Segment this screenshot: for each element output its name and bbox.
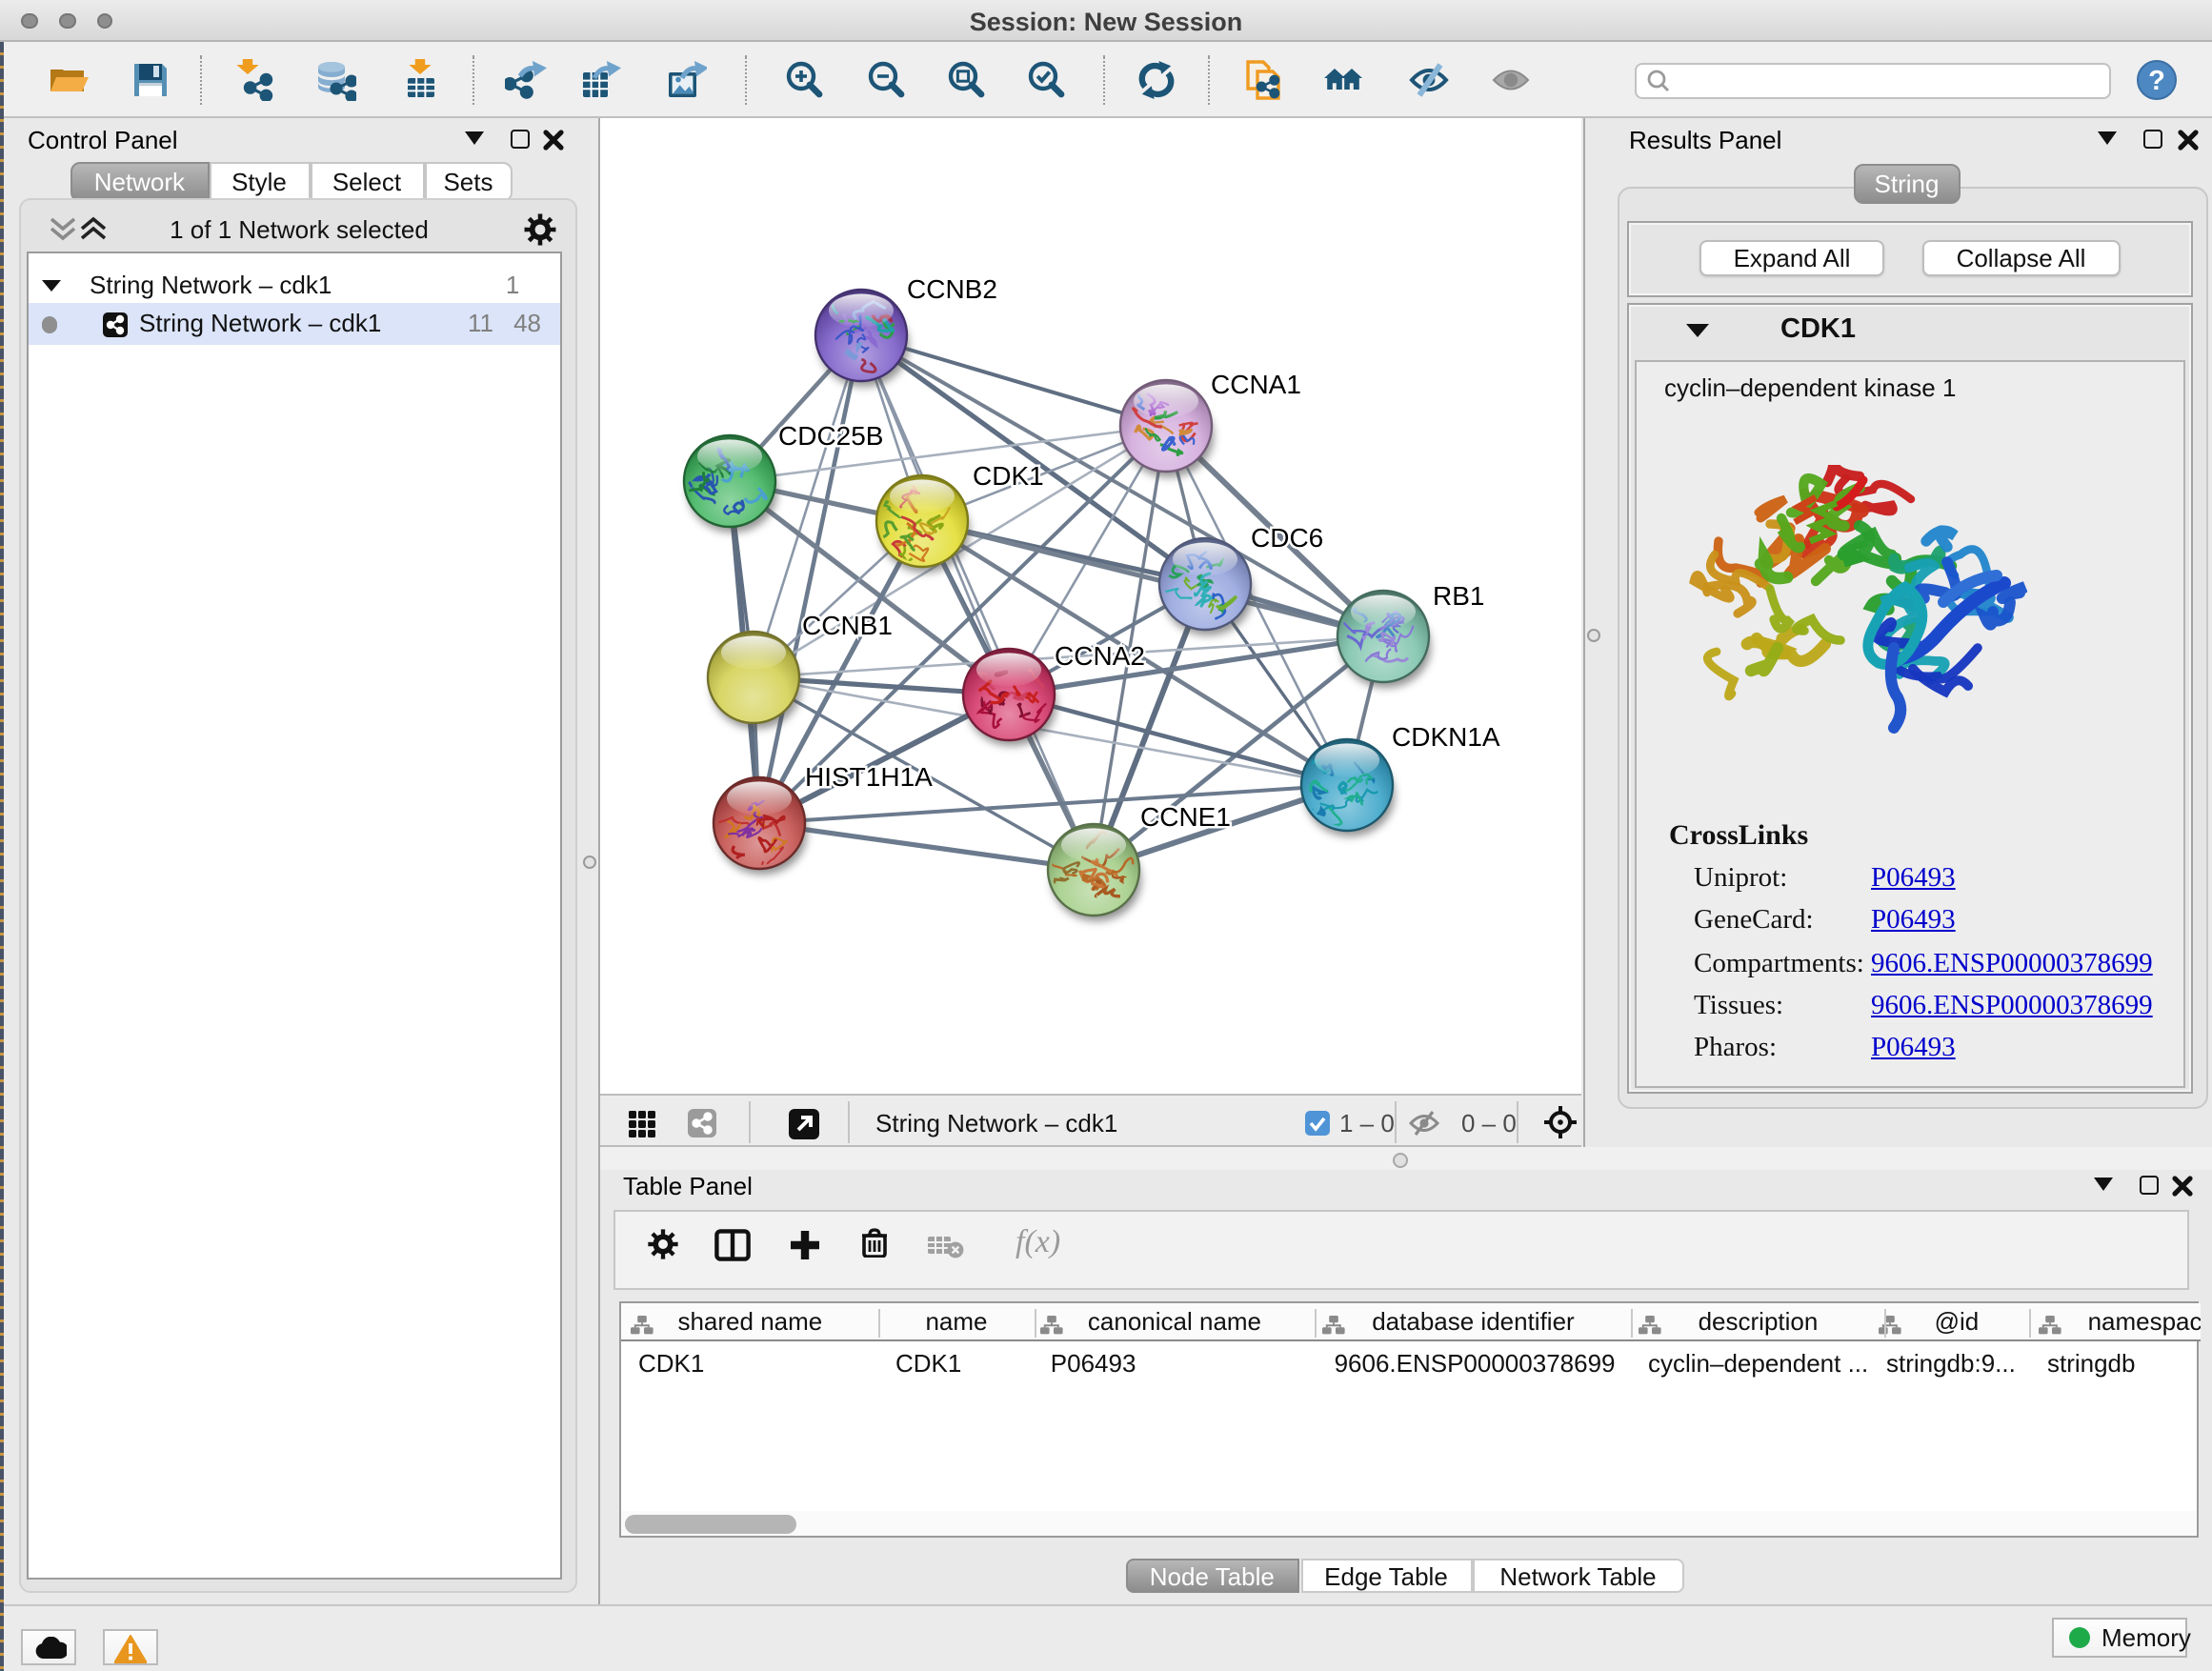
svg-text:CDC25B: CDC25B [778,421,883,451]
svg-text:RB1: RB1 [1433,581,1484,611]
svg-text:?: ? [2148,65,2165,95]
svg-text:CDK1: CDK1 [973,461,1044,491]
svg-text:CDKN1A: CDKN1A [1392,722,1500,752]
svg-text:CCNB2: CCNB2 [907,274,997,304]
svg-text:CCNA2: CCNA2 [1055,641,1145,671]
svg-text:CCNB1: CCNB1 [802,611,893,640]
svg-text:HIST1H1A: HIST1H1A [805,762,933,792]
svg-text:CCNE1: CCNE1 [1140,802,1231,832]
svg-text:CDC6: CDC6 [1251,523,1323,553]
svg-text:CCNA1: CCNA1 [1211,370,1301,399]
